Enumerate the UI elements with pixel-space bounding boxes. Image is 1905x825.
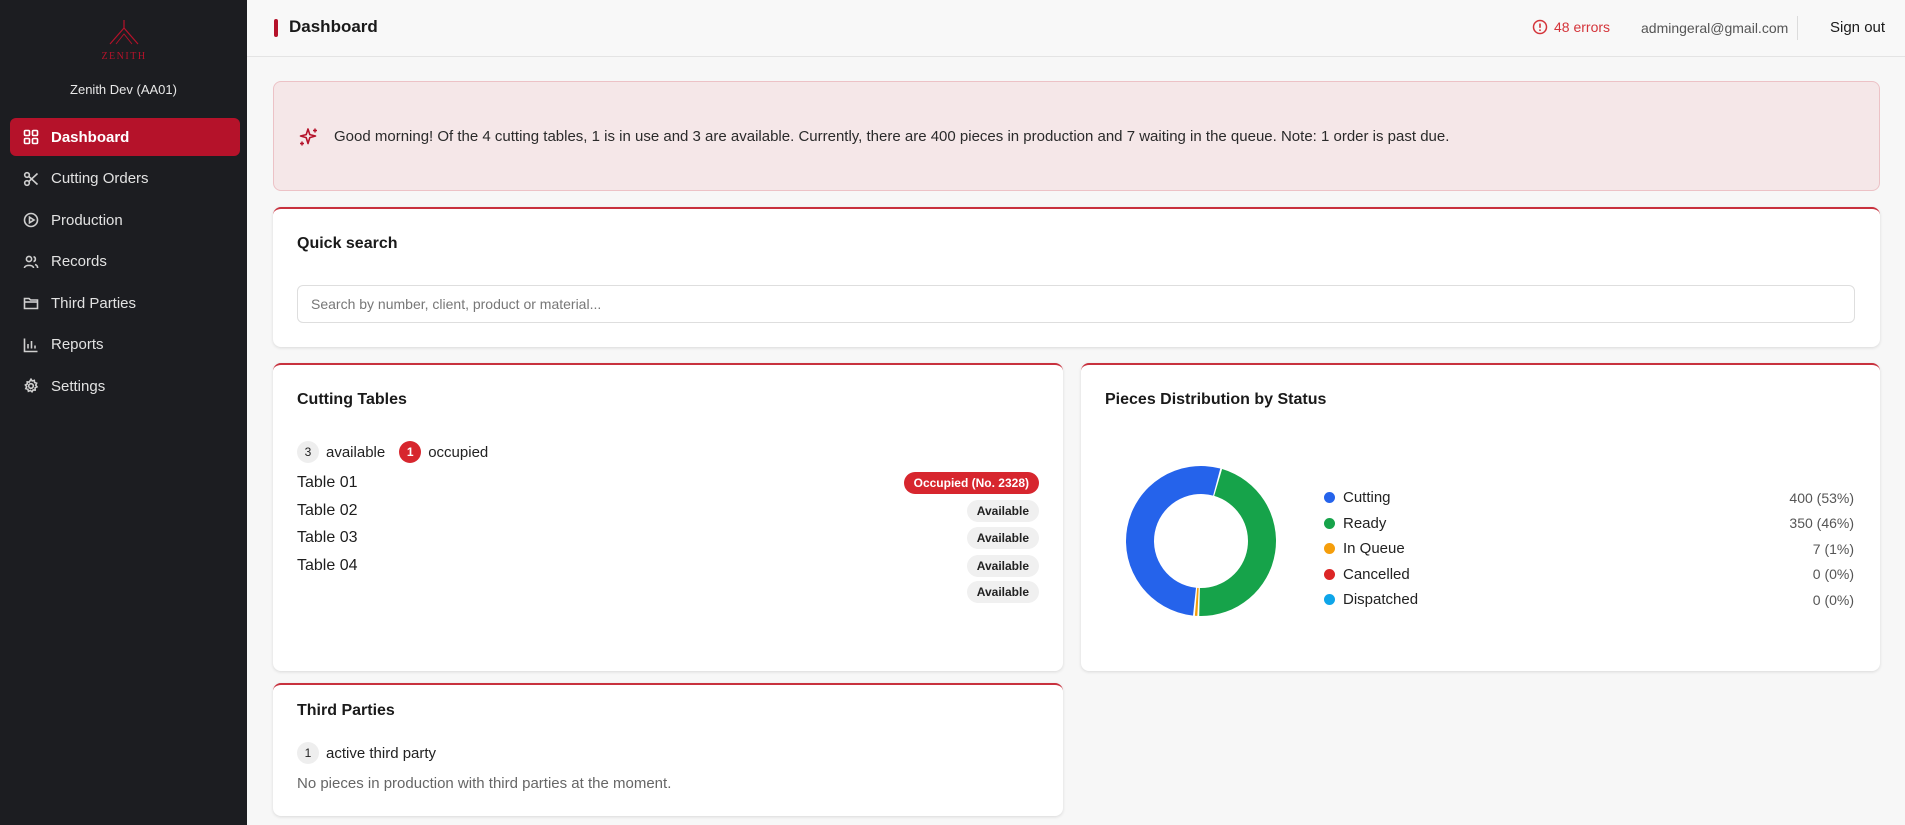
distribution-title: Pieces Distribution by Status: [1105, 391, 1327, 408]
bar-chart-icon: [23, 337, 39, 353]
third-party-count-badge: 1: [297, 742, 319, 764]
page-title: Dashboard: [289, 17, 378, 36]
legend-item-cutting: Cutting 400 (53%): [1324, 485, 1854, 511]
sidebar-item-third-parties[interactable]: Third Parties: [10, 284, 240, 322]
errors-indicator[interactable]: 48 errors: [1532, 19, 1610, 35]
third-parties-card: Third Parties 1 active third party No pi…: [273, 683, 1063, 816]
play-circle-icon: [23, 212, 39, 228]
occupied-label: occupied: [428, 443, 489, 461]
table-name: Table 01: [297, 474, 358, 491]
legend-value: 7 (1%): [1812, 540, 1854, 557]
sidebar-item-production[interactable]: Production: [10, 201, 240, 239]
pieces-distribution-card: Pieces Distribution by Status Cutting 40…: [1081, 363, 1880, 671]
sidebar-item-label: Cutting Orders: [51, 170, 149, 187]
logo-text: ZENITH: [101, 51, 146, 62]
sidebar-item-reports[interactable]: Reports: [10, 326, 240, 364]
sidebar-item-cutting-orders[interactable]: Cutting Orders: [10, 160, 240, 198]
table-name: Table 04: [297, 556, 358, 574]
sign-out-button[interactable]: Sign out: [1830, 19, 1885, 36]
sidebar-item-settings[interactable]: Settings: [10, 367, 240, 405]
status-badge: Available: [966, 581, 1039, 603]
legend-item-dispatched: Dispatched 0 (0%): [1324, 587, 1854, 613]
greeting-message: Good morning! Of the 4 cutting tables, 1…: [334, 128, 1450, 145]
table-row[interactable]: Table 04 Available: [297, 554, 1039, 578]
legend-dot: [1324, 492, 1335, 504]
sidebar: ZENITH Zenith Dev (AA01) Dashboard Cutti…: [0, 0, 247, 825]
legend-label: Cutting: [1343, 489, 1391, 507]
folder-icon: [23, 295, 39, 311]
sidebar-item-label: Production: [51, 211, 123, 229]
table-row[interactable]: Table 01 Occupied (No. 2328): [297, 471, 1039, 495]
sidebar-item-records[interactable]: Records: [10, 243, 240, 281]
legend-label: In Queue: [1343, 540, 1405, 558]
legend-dot: [1324, 568, 1335, 580]
sidebar-item-label: Settings: [51, 377, 106, 395]
legend-value: 400 (53%): [1789, 489, 1854, 506]
sparkles-icon: [299, 128, 317, 146]
table-name: Table 03: [297, 529, 358, 546]
legend-dot: [1324, 517, 1335, 529]
table-row[interactable]: Table 03 Available: [297, 526, 1039, 550]
third-party-count: 1 active third party: [297, 742, 436, 764]
status-badge: Available: [966, 527, 1039, 549]
sidebar-nav: Dashboard Cutting Orders Production Reco…: [10, 118, 240, 409]
cutting-tables-title: Cutting Tables: [297, 391, 407, 408]
header-divider: [1797, 16, 1798, 40]
greeting-banner: Good morning! Of the 4 cutting tables, 1…: [273, 81, 1880, 191]
cutting-tables-card: Cutting Tables 3 available 1 occupied Ta…: [273, 363, 1063, 671]
legend-dot: [1324, 543, 1335, 555]
top-header: Dashboard 48 errors admingeral@gmail.com…: [247, 0, 1905, 57]
status-badge: Available: [966, 499, 1039, 522]
legend-label: Dispatched: [1343, 591, 1419, 609]
status-donut-chart: [1126, 466, 1276, 616]
sidebar-item-dashboard[interactable]: Dashboard: [10, 118, 240, 156]
scissors-icon: [23, 171, 39, 187]
status-badge: Occupied (No. 2328): [903, 472, 1039, 494]
grid-icon: [23, 129, 39, 145]
legend-label: Ready: [1343, 514, 1387, 532]
occupied-count-badge: 1: [399, 441, 422, 463]
sidebar-item-label: Dashboard: [51, 128, 130, 146]
org-name: Zenith Dev (AA01): [70, 82, 177, 97]
alert-circle-icon: [1532, 19, 1548, 35]
quick-search-card: Quick search: [273, 207, 1880, 347]
third-parties-title: Third Parties: [297, 702, 395, 719]
users-icon: [23, 254, 39, 270]
legend-value: 0 (0%): [1812, 591, 1854, 608]
legend-item-ready: Ready 350 (46%): [1324, 511, 1854, 537]
sidebar-item-label: Records: [51, 253, 107, 270]
sidebar-item-label: Reports: [51, 336, 104, 353]
third-parties-message: No pieces in production with third parti…: [297, 775, 672, 792]
table-name: Table 02: [297, 501, 358, 519]
zenith-logo[interactable]: ZENITH: [96, 18, 152, 62]
available-count-badge: 3: [297, 441, 319, 463]
quick-search-title: Quick search: [297, 235, 398, 252]
title-accent-bar: [274, 19, 278, 37]
third-party-count-label: active third party: [326, 744, 437, 762]
legend-value: 350 (46%): [1789, 515, 1854, 532]
table-row[interactable]: Table 02 Available: [297, 499, 1039, 523]
errors-count: 48 errors: [1554, 19, 1611, 35]
search-input[interactable]: [297, 285, 1855, 323]
user-email: admingeral@gmail.com: [1641, 20, 1789, 36]
table-counts: 3 available 1 occupied: [297, 441, 488, 463]
status-badge: Available: [966, 554, 1039, 577]
sidebar-item-label: Third Parties: [51, 294, 137, 312]
legend-value: 0 (0%): [1812, 566, 1854, 583]
available-label: available: [326, 443, 386, 461]
gear-icon: [23, 378, 39, 394]
legend-item-in-queue: In Queue 7 (1%): [1324, 536, 1854, 562]
legend-label: Cancelled: [1343, 565, 1410, 583]
legend-item-cancelled: Cancelled 0 (0%): [1324, 562, 1854, 588]
legend-dot: [1324, 594, 1335, 606]
chart-legend: Cutting 400 (53%) Ready 350 (46%) In Que…: [1324, 485, 1854, 613]
